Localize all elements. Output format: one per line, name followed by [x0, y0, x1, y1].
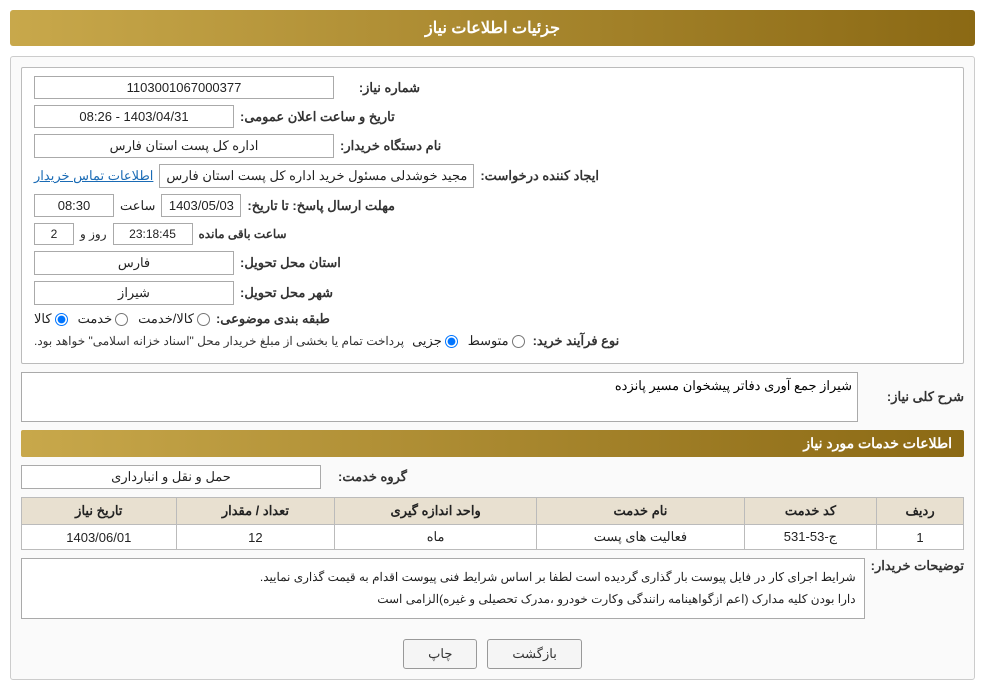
category-radio-kala[interactable]	[55, 313, 68, 326]
button-row: بازگشت چاپ	[21, 639, 964, 669]
buyer-org-label: نام دستگاه خریدار:	[340, 138, 441, 154]
page-title: جزئیات اطلاعات نیاز	[425, 20, 560, 37]
purchase-type-radio-motavasset[interactable]	[512, 335, 525, 348]
service-group-row: گروه خدمت: حمل و نقل و انبارداری	[21, 465, 964, 489]
category-row: طبقه بندی موضوعی: کالا/خدمت خدمت کالا	[34, 311, 951, 327]
table-row: 1 ج-53-531 فعالیت های پست ماه 12 1403/06…	[22, 525, 964, 550]
col-header-service-code: کد خدمت	[744, 498, 876, 525]
description-textarea[interactable]: شیراز جمع آوری دفاتر پیشخوان مسیر پانزده	[21, 372, 858, 422]
category-option-kala: کالا	[34, 311, 68, 327]
creator-value: مجید خوشدلی مسئول خرید اداره کل پست استا…	[159, 164, 474, 188]
buyer-notes-row: توضیحات خریدار: شرایط اجرای کار در فایل …	[21, 558, 964, 629]
purchase-type-jozii: جزیی	[412, 333, 458, 349]
buyer-notes-label: توضیحات خریدار:	[871, 558, 964, 574]
category-option-khedmat: خدمت	[78, 311, 129, 327]
purchase-type-radio-group: متوسط جزیی	[412, 333, 525, 349]
purchase-type-row: نوع فرآیند خرید: متوسط جزیی پرداخت تمام …	[34, 333, 951, 349]
reply-time-value: 08:30	[34, 194, 114, 217]
remaining-time-row: ساعت باقی مانده 23:18:45 روز و 2	[34, 223, 951, 245]
print-button[interactable]: چاپ	[403, 639, 477, 669]
col-header-qty: تعداد / مقدار	[176, 498, 335, 525]
description-row: شرح کلی نیاز: شیراز جمع آوری دفاتر پیشخو…	[21, 372, 964, 422]
reply-date-value: 1403/05/03	[161, 194, 241, 217]
cell-qty: 12	[176, 525, 335, 550]
reply-deadline-row: مهلت ارسال پاسخ: تا تاریخ: 1403/05/03 سا…	[34, 194, 951, 217]
col-header-unit: واحد اندازه گیری	[335, 498, 537, 525]
back-button[interactable]: بازگشت	[487, 639, 581, 669]
buyer-notes-value: شرایط اجرای کار در فایل پیوست بار گذاری …	[21, 558, 865, 619]
cell-service-code: ج-53-531	[744, 525, 876, 550]
col-header-service-name: نام خدمت	[537, 498, 745, 525]
announce-date-row: تاریخ و ساعت اعلان عمومی: 1403/04/31 - 0…	[34, 105, 951, 128]
buyer-org-value: اداره کل پست استان فارس	[34, 134, 334, 158]
cell-row-num: 1	[877, 525, 964, 550]
creator-row: ایجاد کننده درخواست: مجید خوشدلی مسئول خ…	[34, 164, 951, 188]
need-number-label: شماره نیاز:	[340, 80, 420, 96]
need-number-row: شماره نیاز: 1103001067000377	[34, 76, 951, 99]
city-label: شهر محل تحویل:	[240, 285, 333, 301]
cell-date: 1403/06/01	[22, 525, 177, 550]
buyer-notes-text: شرایط اجرای کار در فایل پیوست بار گذاری …	[260, 570, 856, 606]
category-label: طبقه بندی موضوعی:	[216, 311, 330, 327]
remaining-time-value: 23:18:45	[113, 223, 193, 245]
service-group-value: حمل و نقل و انبارداری	[21, 465, 321, 489]
main-card: شماره نیاز: 1103001067000377 تاریخ و ساع…	[10, 56, 975, 680]
need-number-value: 1103001067000377	[34, 76, 334, 99]
cell-service-name: فعالیت های پست	[537, 525, 745, 550]
service-table: ردیف کد خدمت نام خدمت واحد اندازه گیری ت…	[21, 497, 964, 550]
category-option-kala-khedmat: کالا/خدمت	[138, 311, 210, 327]
service-group-label: گروه خدمت:	[327, 469, 407, 485]
purchase-type-radio-jozii[interactable]	[445, 335, 458, 348]
purchase-type-note: پرداخت تمام یا بخشی از مبلغ خریدار محل "…	[34, 334, 404, 348]
cell-unit: ماه	[335, 525, 537, 550]
reply-time-label: ساعت	[120, 198, 155, 214]
remaining-days-label: روز و	[80, 227, 107, 241]
city-value: شیراز	[34, 281, 234, 305]
remaining-days-value: 2	[34, 223, 74, 245]
services-title: اطلاعات خدمات مورد نیاز	[21, 430, 964, 457]
page-header: جزئیات اطلاعات نیاز	[10, 10, 975, 46]
city-row: شهر محل تحویل: شیراز	[34, 281, 951, 305]
province-value: فارس	[34, 251, 234, 275]
form-section-main: شماره نیاز: 1103001067000377 تاریخ و ساع…	[21, 67, 964, 364]
page-wrapper: جزئیات اطلاعات نیاز شماره نیاز: 11030010…	[0, 0, 985, 691]
announce-date-value: 1403/04/31 - 08:26	[34, 105, 234, 128]
buyer-org-row: نام دستگاه خریدار: اداره کل پست استان فا…	[34, 134, 951, 158]
category-radio-kala-khedmat[interactable]	[197, 313, 210, 326]
category-radio-khedmat[interactable]	[115, 313, 128, 326]
reply-deadline-label: مهلت ارسال پاسخ: تا تاریخ:	[247, 198, 395, 214]
category-radio-group: کالا/خدمت خدمت کالا	[34, 311, 210, 327]
remaining-suffix: ساعت باقی مانده	[199, 227, 287, 241]
col-header-date: تاریخ نیاز	[22, 498, 177, 525]
announce-date-label: تاریخ و ساعت اعلان عمومی:	[240, 109, 395, 125]
creator-label: ایجاد کننده درخواست:	[480, 168, 599, 184]
col-header-row-num: ردیف	[877, 498, 964, 525]
purchase-type-motavasset: متوسط	[468, 333, 525, 349]
description-label: شرح کلی نیاز:	[864, 389, 964, 405]
province-row: استان محل تحویل: فارس	[34, 251, 951, 275]
contact-link[interactable]: اطلاعات تماس خریدار	[34, 168, 153, 184]
province-label: استان محل تحویل:	[240, 255, 341, 271]
purchase-type-label: نوع فرآیند خرید:	[533, 333, 620, 349]
